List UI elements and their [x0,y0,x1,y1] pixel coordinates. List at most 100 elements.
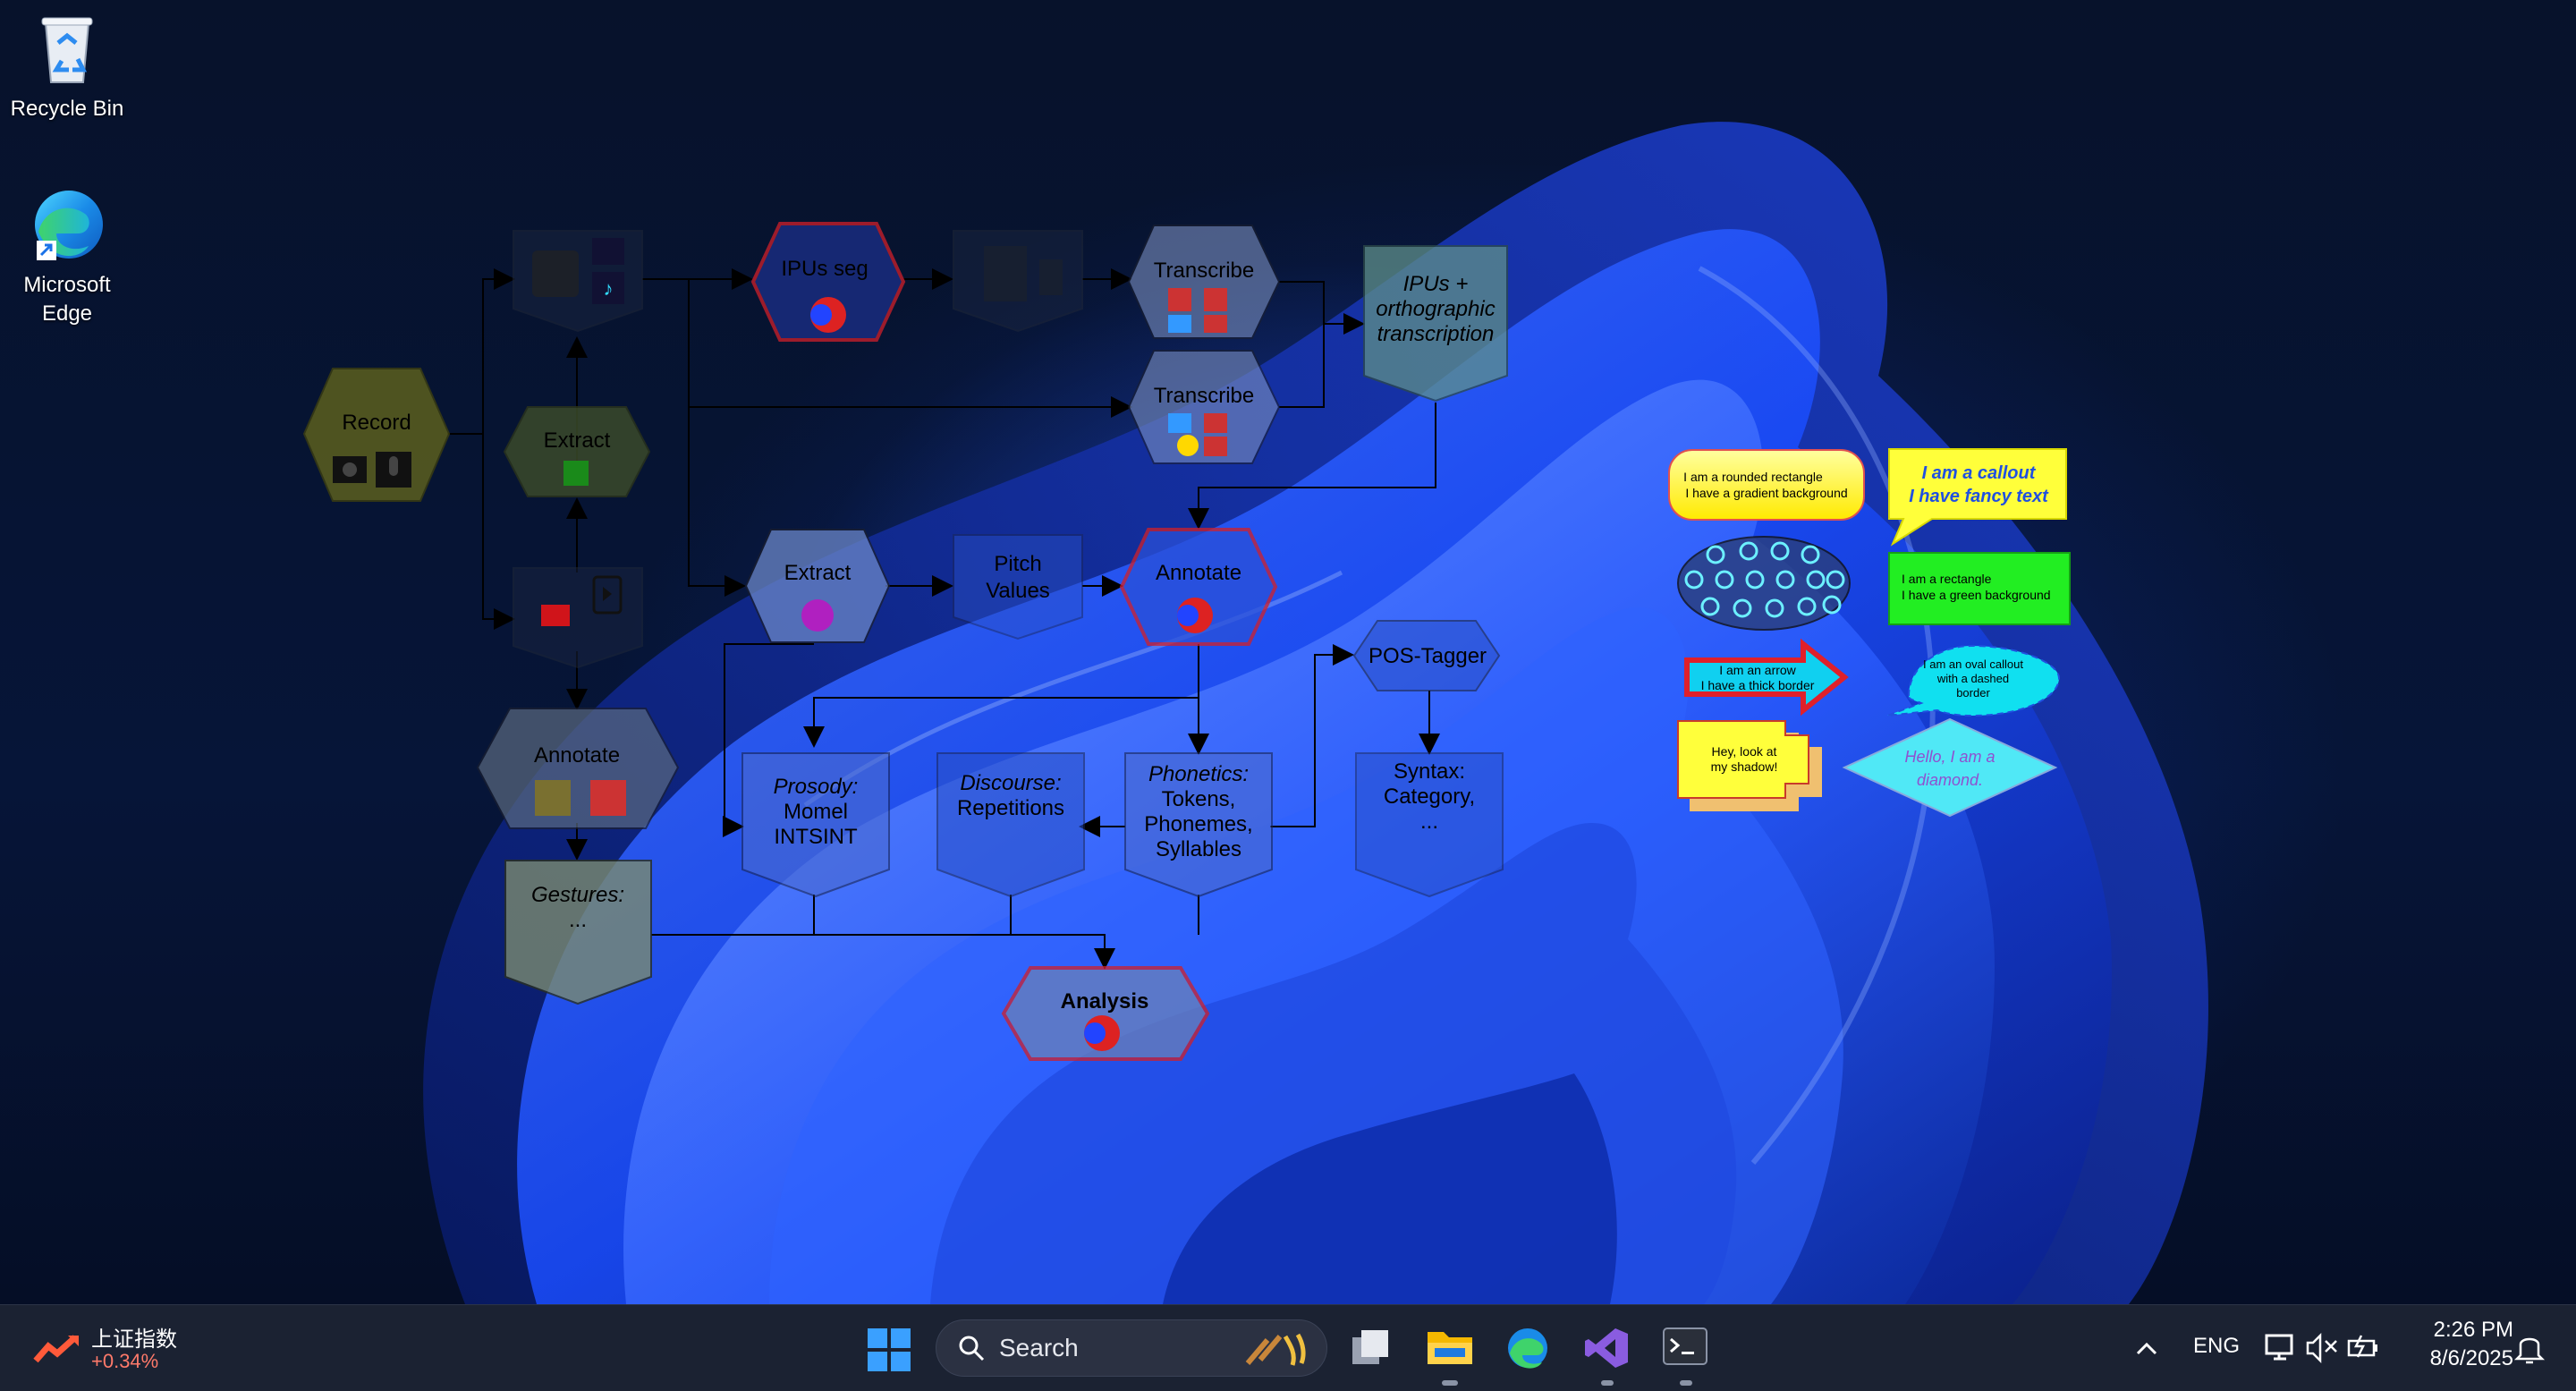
stock-widget[interactable]: 上证指数 +0.34% [27,1318,206,1380]
shape-green-rectangle[interactable]: I am a rectangle I have a green backgrou… [1888,552,2071,625]
node-transcribe-2[interactable]: Transcribe [1127,350,1281,464]
terminal-indicator [1680,1380,1692,1386]
svg-text:IPUs seg: IPUs seg [781,257,868,281]
svg-text:POS-Tagger: POS-Tagger [1368,644,1487,668]
svg-text:Momel: Momel [784,800,848,824]
search-highlight-icon [1245,1333,1306,1366]
shape-dotted-oval[interactable] [1677,536,1851,631]
diagram-canvas: Record ♪ Extract IPUs seg Transcribe Tra… [302,222,2071,1061]
svg-text:Gestures:: Gestures: [531,883,624,907]
start-button[interactable] [868,1328,911,1371]
svg-text:I have fancy text: I have fancy text [1909,487,2049,506]
search-placeholder: Search [999,1334,1079,1361]
terminal-button[interactable] [1662,1327,1708,1368]
network-icon [2265,1334,2293,1361]
clock-time: 2:26 PM [2433,1318,2513,1342]
svg-text:Tokens,: Tokens, [1162,787,1236,811]
svg-text:I have a gradient background: I have a gradient background [1685,486,1847,500]
svg-text:with a dashed: with a dashed [1936,672,2009,685]
play-icon [1177,435,1199,456]
node-ipus-seg[interactable]: IPUs seg [750,222,906,342]
node-pitch-values[interactable]: Pitch Values [953,534,1083,640]
svg-text:Pitch: Pitch [994,552,1041,576]
system-tray-icons[interactable] [2265,1332,2381,1364]
node-ipus-orthographic[interactable]: IPUs + orthographic transcription [1363,245,1508,403]
shape-oval-callout[interactable]: I am an oval callout with a dashed borde… [1886,644,2061,717]
task-view-icon [1352,1330,1388,1364]
visual-studio-indicator [1601,1380,1614,1386]
shape-callout-fancy[interactable]: I am a callout I have fancy text [1888,448,2067,547]
node-video-files[interactable] [513,567,643,669]
svg-text:Analysis: Analysis [1061,989,1149,1014]
brain-icon [1168,288,1191,311]
node-transcribe-1[interactable]: Transcribe [1127,225,1281,339]
node-syntax[interactable]: Syntax: Category, ... [1355,752,1504,898]
svg-text:Syllables: Syllables [1156,837,1241,861]
node-analysis[interactable]: Analysis [1001,966,1210,1061]
shape-diamond[interactable]: Hello, I am a diamond. [1842,717,2058,818]
desktop: Recycle Bin Microsoft Edge Record ♪ Extr… [0,0,2576,1304]
svg-text:transcription: transcription [1377,322,1495,346]
show-hidden-icons-button[interactable] [2134,1336,2159,1361]
node-audio-files[interactable]: ♪ [513,230,643,333]
notifications-button[interactable] [2513,1330,2546,1366]
task-view-button[interactable] [1349,1327,1394,1371]
battery-charging-icon [2347,1335,2377,1358]
ear-icon [1204,437,1227,456]
stock-change: +0.34% [91,1350,159,1372]
stock-trend-icon [33,1335,79,1363]
edge-button[interactable] [1504,1325,1551,1371]
node-extract-small[interactable]: Extract [503,406,651,497]
bell-icon [2513,1337,2546,1364]
shape-arrow[interactable]: I am an arrow I have a thick border [1684,638,1849,717]
svg-text:Transcribe: Transcribe [1154,259,1254,283]
node-discourse[interactable]: Discourse: Repetitions [936,752,1085,898]
svg-text:I am a rounded rectangle: I am a rounded rectangle [1683,470,1823,484]
volume-muted-icon [2306,1332,2337,1364]
svg-text:Prosody:: Prosody: [774,775,859,799]
svg-text:Extract: Extract [784,561,852,585]
node-record[interactable]: Record [302,368,451,502]
svg-text:I am an arrow: I am an arrow [1719,663,1796,677]
ear-icon [1204,315,1227,333]
clock-date: 8/6/2025 [2429,1346,2513,1370]
svg-text:my shadow!: my shadow! [1711,759,1778,774]
stock-name: 上证指数 [91,1327,177,1352]
node-annotate-left[interactable]: Annotate [476,708,680,829]
clock[interactable]: 2:26 PM 8/6/2025 [2397,1318,2513,1371]
volume-icon [592,238,624,265]
waveform-icon [1168,413,1191,433]
node-phonetics[interactable]: Phonetics: Tokens, Phonemes, Syllables [1124,752,1273,898]
folder-icon [1428,1332,1472,1364]
node-extract[interactable]: Extract [744,529,891,643]
shape-rounded-rectangle[interactable]: I am a rounded rectangle I have a gradie… [1668,449,1865,521]
svg-text:Annotate: Annotate [534,743,620,768]
node-pos-tagger[interactable]: POS-Tagger [1352,620,1501,691]
svg-text:Repetitions: Repetitions [957,796,1064,820]
file-explorer-button[interactable] [1426,1325,1474,1370]
language-indicator[interactable]: ENG [2193,1334,2240,1359]
node-prosody[interactable]: Prosody: Momel INTSINT [741,752,890,898]
svg-text:Phonetics:: Phonetics: [1148,762,1249,786]
file-explorer-indicator [1442,1380,1458,1386]
svg-text:Syntax:: Syntax: [1394,759,1465,784]
taskbar-search[interactable]: Search [936,1319,1327,1377]
node-annotate-main[interactable]: Annotate [1119,528,1278,646]
svg-text:...: ... [1420,810,1438,834]
svg-text:Record: Record [342,411,411,435]
speaker-icon [532,250,579,297]
windows-logo-icon [868,1328,911,1371]
chevron-up-icon [2136,1342,2157,1355]
svg-text:INTSINT: INTSINT [774,825,858,849]
ear-icon [801,599,834,632]
svg-text:Annotate: Annotate [1156,561,1241,585]
node-gestures[interactable]: Gestures: ... [504,860,652,1005]
document-list-icon [1039,259,1063,295]
svg-text:diamond.: diamond. [1917,771,1983,789]
visual-studio-icon [1585,1328,1628,1368]
svg-text:border: border [1956,686,1990,700]
visual-studio-button[interactable] [1583,1325,1631,1371]
shape-shadow-box[interactable]: Hey, look at my shadow! [1677,720,1809,799]
svg-text:Phonemes,: Phonemes, [1144,812,1252,836]
node-document-files[interactable] [953,230,1083,333]
